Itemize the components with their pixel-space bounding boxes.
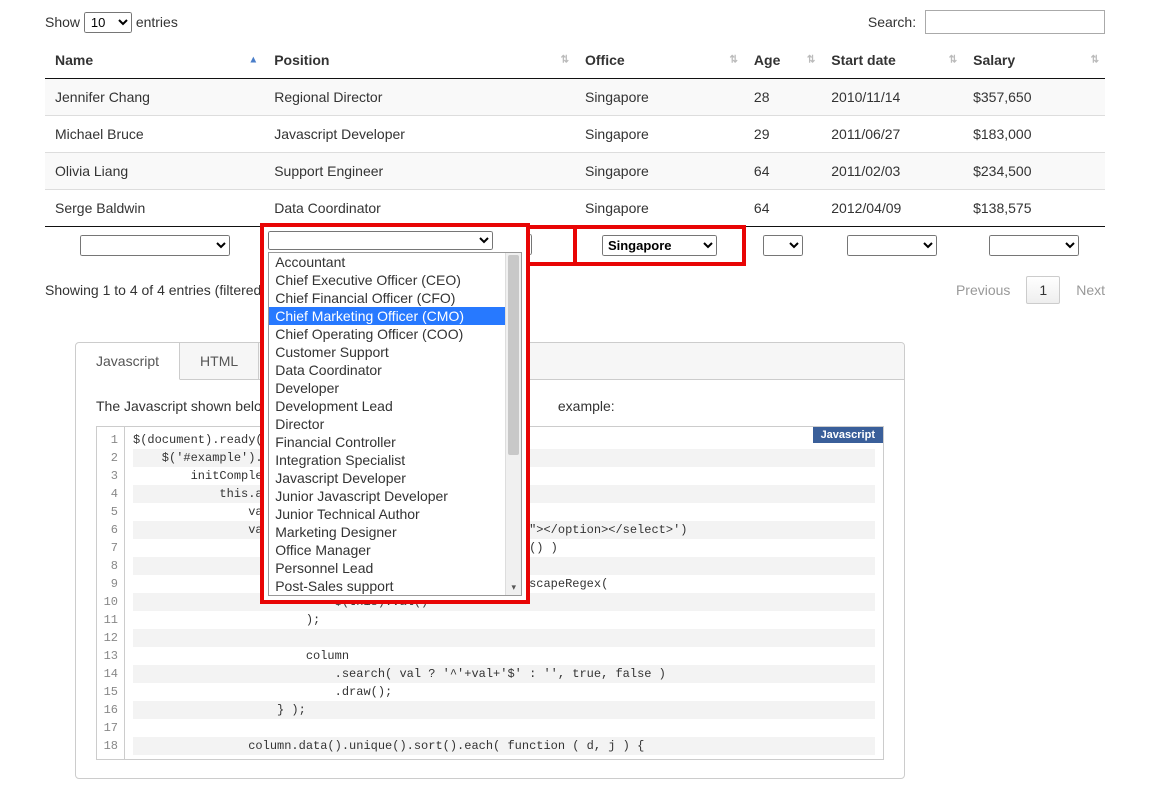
dropdown-option[interactable]: Chief Executive Officer (CEO) bbox=[269, 271, 505, 289]
sort-both-icon: ⇅ bbox=[561, 55, 569, 66]
table-row: Serge BaldwinData CoordinatorSingapore64… bbox=[45, 190, 1105, 227]
scrollbar-thumb[interactable] bbox=[508, 255, 519, 455]
code-line: } ); bbox=[133, 701, 875, 719]
code-gutter: 123456789101112131415161718 bbox=[97, 427, 125, 759]
cell-start: 2010/11/14 bbox=[821, 79, 963, 116]
code-language-badge: Javascript bbox=[813, 427, 883, 443]
code-line: column.data().unique().sort().each( func… bbox=[133, 737, 875, 755]
sort-both-icon: ⇅ bbox=[730, 55, 738, 66]
paginate-previous[interactable]: Previous bbox=[956, 282, 1010, 298]
cell-salary: $183,000 bbox=[963, 116, 1105, 153]
column-header-position[interactable]: Position⇅ bbox=[264, 42, 575, 79]
sort-both-icon: ⇅ bbox=[1091, 55, 1099, 66]
length-show-label: Show bbox=[45, 14, 80, 30]
cell-start: 2012/04/09 bbox=[821, 190, 963, 227]
dropdown-option[interactable]: Personnel Lead bbox=[269, 559, 505, 577]
cell-office: Singapore bbox=[575, 190, 744, 227]
column-header-salary[interactable]: Salary⇅ bbox=[963, 42, 1105, 79]
search-input[interactable] bbox=[925, 10, 1105, 34]
filter-age-select[interactable] bbox=[763, 235, 803, 256]
code-line: .draw(); bbox=[133, 683, 875, 701]
cell-age: 64 bbox=[744, 153, 821, 190]
dropdown-option[interactable]: Integration Specialist bbox=[269, 451, 505, 469]
dropdown-option[interactable]: Junior Javascript Developer bbox=[269, 487, 505, 505]
cell-salary: $357,650 bbox=[963, 79, 1105, 116]
dropdown-option[interactable]: Accountant bbox=[269, 253, 505, 271]
cell-name: Olivia Liang bbox=[45, 153, 264, 190]
cell-office: Singapore bbox=[575, 153, 744, 190]
filter-name-select[interactable] bbox=[80, 235, 230, 256]
cell-age: 64 bbox=[744, 190, 821, 227]
cell-position: Javascript Developer bbox=[264, 116, 575, 153]
dropdown-option[interactable]: Chief Operating Officer (COO) bbox=[269, 325, 505, 343]
search-label-text: Search: bbox=[868, 14, 916, 30]
cell-name: Michael Bruce bbox=[45, 116, 264, 153]
cell-salary: $138,575 bbox=[963, 190, 1105, 227]
filter-salary-select[interactable] bbox=[989, 235, 1079, 256]
cell-salary: $234,500 bbox=[963, 153, 1105, 190]
sort-both-icon: ⇅ bbox=[807, 55, 815, 66]
cell-age: 28 bbox=[744, 79, 821, 116]
column-header-age[interactable]: Age⇅ bbox=[744, 42, 821, 79]
dropdown-option[interactable]: Javascript Developer bbox=[269, 469, 505, 487]
length-select[interactable]: 102550100 bbox=[84, 12, 132, 33]
code-line: column bbox=[133, 647, 875, 665]
dropdown-option[interactable]: Data Coordinator bbox=[269, 361, 505, 379]
scrollbar-arrow-down-icon[interactable]: ▾ bbox=[506, 582, 521, 593]
dropdown-option[interactable]: Chief Financial Officer (CFO) bbox=[269, 289, 505, 307]
dropdown-option[interactable]: Developer bbox=[269, 379, 505, 397]
cell-position: Regional Director bbox=[264, 79, 575, 116]
length-entries-label: entries bbox=[136, 14, 178, 30]
table-row: Jennifer ChangRegional DirectorSingapore… bbox=[45, 79, 1105, 116]
dropdown-option[interactable]: Office Manager bbox=[269, 541, 505, 559]
sort-both-icon: ⇅ bbox=[949, 55, 957, 66]
table-controls-bar: Show 102550100 entries Search: bbox=[45, 10, 1105, 34]
table-footer-bar: Showing 1 to 4 of 4 entries (filtered fr… bbox=[45, 276, 1105, 304]
length-control: Show 102550100 entries bbox=[45, 12, 178, 33]
tab-javascript[interactable]: Javascript bbox=[76, 343, 180, 380]
filter-office-select[interactable]: Singapore bbox=[602, 235, 717, 256]
cell-position: Data Coordinator bbox=[264, 190, 575, 227]
cell-name: Jennifer Chang bbox=[45, 79, 264, 116]
paginate-current-page[interactable]: 1 bbox=[1026, 276, 1060, 304]
dropdown-option[interactable]: Financial Controller bbox=[269, 433, 505, 451]
cell-age: 29 bbox=[744, 116, 821, 153]
code-line bbox=[133, 629, 875, 647]
dropdown-scrollbar[interactable]: ▾ bbox=[505, 253, 521, 595]
dropdown-option[interactable]: Post-Sales support bbox=[269, 577, 505, 595]
column-header-office[interactable]: Office⇅ bbox=[575, 42, 744, 79]
code-line: .search( val ? '^'+val+'$' : '', true, f… bbox=[133, 665, 875, 683]
cell-start: 2011/02/03 bbox=[821, 153, 963, 190]
tab-html[interactable]: HTML bbox=[180, 343, 259, 379]
cell-start: 2011/06/27 bbox=[821, 116, 963, 153]
table-row: Olivia LiangSupport EngineerSingapore642… bbox=[45, 153, 1105, 190]
column-header-name[interactable]: Name▲ bbox=[45, 42, 264, 79]
dropdown-option[interactable]: Director bbox=[269, 415, 505, 433]
dropdown-option[interactable]: Junior Technical Author bbox=[269, 505, 505, 523]
dropdown-option[interactable]: Development Lead bbox=[269, 397, 505, 415]
cell-office: Singapore bbox=[575, 116, 744, 153]
filter-startdate-select[interactable] bbox=[847, 235, 937, 256]
dropdown-option[interactable]: Marketing Designer bbox=[269, 523, 505, 541]
code-line bbox=[133, 719, 875, 737]
cell-office: Singapore bbox=[575, 79, 744, 116]
code-line: ); bbox=[133, 611, 875, 629]
pagination: Previous 1 Next bbox=[956, 276, 1105, 304]
table-row: Michael BruceJavascript DeveloperSingapo… bbox=[45, 116, 1105, 153]
position-dropdown-open[interactable]: AccountantChief Executive Officer (CEO)C… bbox=[260, 223, 530, 604]
paginate-next[interactable]: Next bbox=[1076, 282, 1105, 298]
sort-asc-icon: ▲ bbox=[248, 55, 258, 66]
cell-name: Serge Baldwin bbox=[45, 190, 264, 227]
dropdown-option[interactable]: Chief Marketing Officer (CMO) bbox=[269, 307, 505, 325]
dropdown-option[interactable]: Customer Support bbox=[269, 343, 505, 361]
data-table: Name▲Position⇅Office⇅Age⇅Start date⇅Sala… bbox=[45, 42, 1105, 264]
search-control: Search: bbox=[868, 10, 1105, 34]
position-dropdown-select-box[interactable] bbox=[268, 231, 493, 250]
cell-position: Support Engineer bbox=[264, 153, 575, 190]
column-header-start-date[interactable]: Start date⇅ bbox=[821, 42, 963, 79]
